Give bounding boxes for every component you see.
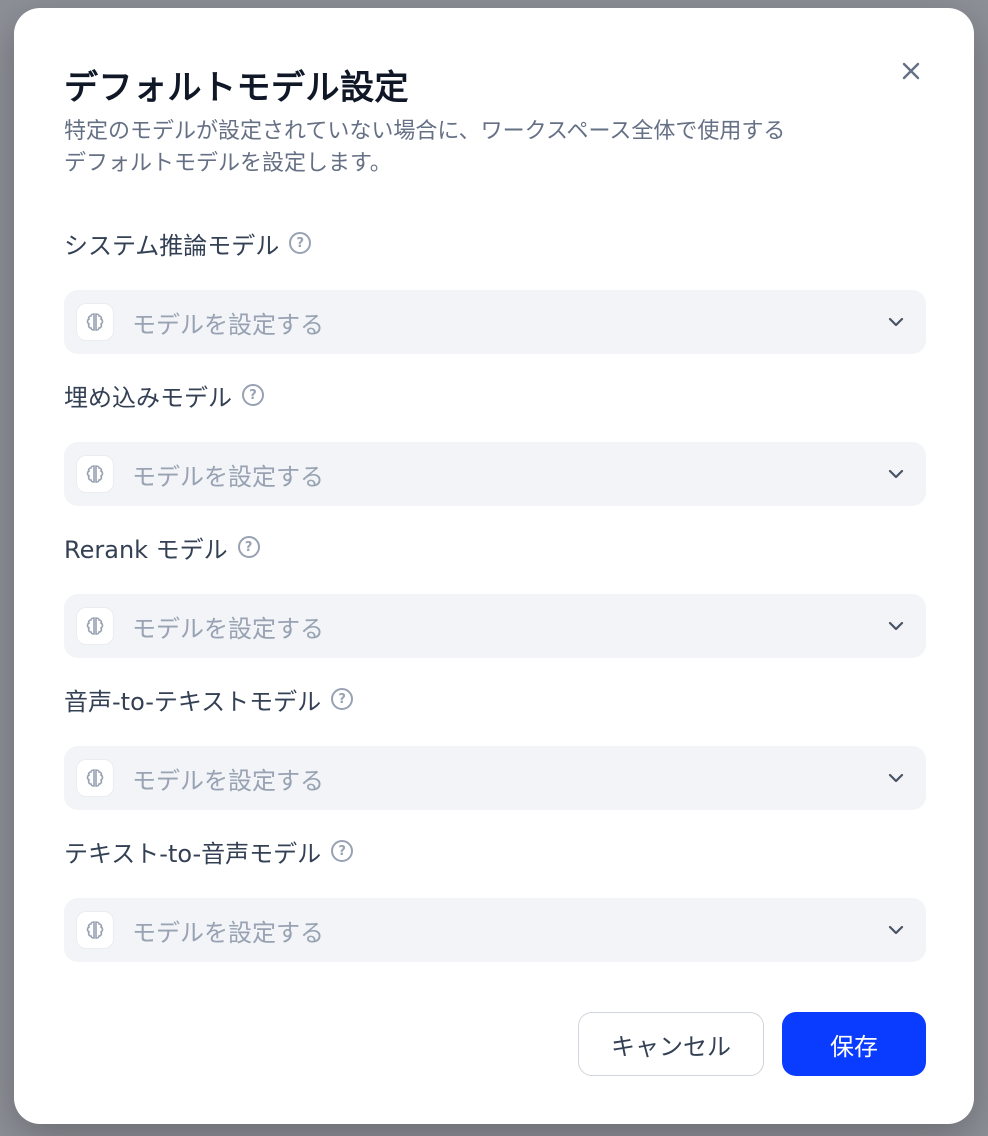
field-speech-to-text-model: 音声-to-テキストモデル ? モデルを設定する <box>64 682 926 810</box>
help-icon[interactable]: ? <box>331 688 354 710</box>
dialog-description: 特定のモデルが設定されていない場合に、ワークスペース全体で使用する デフォルトモ… <box>64 116 884 180</box>
cancel-button[interactable]: キャンセル <box>578 1012 764 1076</box>
brain-icon <box>76 759 114 797</box>
brain-icon <box>76 455 114 493</box>
field-label: テキスト-to-音声モデル ? <box>64 834 926 868</box>
embedding-model-select[interactable]: モデルを設定する <box>64 442 926 506</box>
brain-icon <box>76 607 114 645</box>
close-button[interactable] <box>896 56 926 86</box>
rerank-model-select[interactable]: モデルを設定する <box>64 594 926 658</box>
select-placeholder: モデルを設定する <box>132 310 324 339</box>
chevron-down-icon <box>888 621 904 631</box>
chevron-down-icon <box>888 773 904 783</box>
help-icon[interactable]: ? <box>237 536 260 558</box>
field-label-text: 音声-to-テキストモデル <box>64 687 322 716</box>
chevron-down-icon <box>888 469 904 479</box>
field-system-reasoning-model: システム推論モデル ? モデルを設定する <box>64 226 926 354</box>
close-icon <box>902 62 920 80</box>
brain-icon <box>76 911 114 949</box>
chevron-down-icon <box>888 317 904 327</box>
description-line: 特定のモデルが設定されていない場合に、ワークスペース全体で使用する <box>64 119 786 144</box>
field-label: Rerank モデル ? <box>64 530 926 564</box>
dialog-title: デフォルトモデル設定 <box>64 68 409 108</box>
field-label-text: 埋め込みモデル <box>64 383 232 412</box>
field-label-text: テキスト-to-音声モデル <box>64 839 322 868</box>
chevron-down-icon <box>888 925 904 935</box>
select-placeholder: モデルを設定する <box>132 918 324 947</box>
field-label-text: システム推論モデル <box>64 231 280 260</box>
help-icon[interactable]: ? <box>242 384 264 406</box>
field-text-to-speech-model: テキスト-to-音声モデル ? モデルを設定する <box>64 834 926 962</box>
text-to-speech-model-select[interactable]: モデルを設定する <box>64 898 926 962</box>
default-model-settings-dialog: デフォルトモデル設定 特定のモデルが設定されていない場合に、ワークスペース全体で… <box>14 8 974 1124</box>
help-icon[interactable]: ? <box>289 232 312 254</box>
help-icon[interactable]: ? <box>331 840 354 862</box>
field-label-text: Rerank モデル <box>64 535 228 564</box>
field-label: 音声-to-テキストモデル ? <box>64 682 926 716</box>
select-placeholder: モデルを設定する <box>132 766 324 795</box>
system-reasoning-model-select[interactable]: モデルを設定する <box>64 290 926 354</box>
field-rerank-model: Rerank モデル ? モデルを設定する <box>64 530 926 658</box>
select-placeholder: モデルを設定する <box>132 462 324 491</box>
select-placeholder: モデルを設定する <box>132 614 324 643</box>
field-label: システム推論モデル ? <box>64 226 926 260</box>
speech-to-text-model-select[interactable]: モデルを設定する <box>64 746 926 810</box>
description-line: デフォルトモデルを設定します。 <box>64 151 392 176</box>
field-label: 埋め込みモデル ? <box>64 378 926 412</box>
field-embedding-model: 埋め込みモデル ? モデルを設定する <box>64 378 926 506</box>
save-button[interactable]: 保存 <box>782 1012 926 1076</box>
brain-icon <box>76 303 114 341</box>
